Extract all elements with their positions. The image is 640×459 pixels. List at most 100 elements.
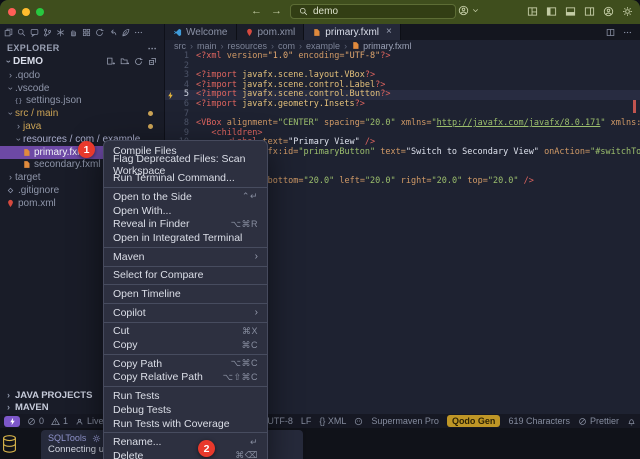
menu-item-label: Rename... <box>113 436 161 448</box>
maven-icon <box>6 199 15 208</box>
tree-item-java[interactable]: ›java <box>0 120 164 133</box>
overview-ruler-mark <box>633 100 636 113</box>
status-copilot[interactable] <box>354 417 363 426</box>
breadcrumb-item-main[interactable]: main <box>197 41 217 51</box>
sync-icon[interactable] <box>95 28 104 37</box>
tree-item-src-main[interactable]: ›src / main <box>0 107 164 120</box>
refresh-icon[interactable] <box>134 57 143 66</box>
panel-bottom-icon[interactable] <box>565 6 576 17</box>
menu-item-open-to-the-side[interactable]: Open to the Side⌃↵ <box>104 190 267 204</box>
tree-item-label: target <box>15 172 41 183</box>
close-icon[interactable]: × <box>386 27 392 37</box>
status-qodo-gen[interactable]: Qodo Gen <box>447 415 501 427</box>
tree-item-label: java <box>23 121 41 132</box>
menu-item-label: Select for Compare <box>113 269 203 281</box>
breadcrumb[interactable]: src›main›resources›com›example›primary.f… <box>165 40 640 51</box>
more-icon[interactable] <box>623 28 632 37</box>
breadcrumb-file[interactable]: primary.fxml <box>351 41 411 51</box>
titlebar-right-icons <box>527 6 633 17</box>
status-0[interactable]: 0 <box>27 416 44 426</box>
menu-item-copy[interactable]: Copy⌘C <box>104 338 267 352</box>
status-619-characters[interactable]: 619 Characters <box>508 416 570 426</box>
menu-item-label: Copilot <box>113 307 146 319</box>
maximize-window-icon[interactable] <box>36 8 44 16</box>
breadcrumb-separator: › <box>271 41 274 51</box>
search-icon[interactable] <box>17 28 26 37</box>
status-xml[interactable]: {} XML <box>319 416 346 426</box>
tab-pom-xml[interactable]: pom.xml <box>237 24 305 40</box>
tab-label: primary.fxml <box>325 27 379 38</box>
menu-item-rename[interactable]: Rename...↵ <box>104 435 267 449</box>
menu-item-flag-deprecated-files-scan-workspace[interactable]: Flag Deprecated Files: Scan Workspace <box>104 158 267 172</box>
menu-item-debug-tests[interactable]: Debug Tests <box>104 403 267 417</box>
explorer-root-folder[interactable]: › DEMO <box>0 54 164 68</box>
status-prettier[interactable]: Prettier <box>578 416 619 426</box>
menu-item-select-for-compare[interactable]: Select for Compare <box>104 269 267 283</box>
menu-item-run-terminal-command[interactable]: Run Terminal Command... <box>104 171 267 185</box>
chat-icon[interactable] <box>30 28 39 37</box>
menu-item-copilot[interactable]: Copilot› <box>104 306 267 320</box>
lightbulb-icon[interactable] <box>166 91 175 100</box>
tree-item-settings-json[interactable]: {}settings.json <box>0 95 164 108</box>
context-menu: Compile FilesFlag Deprecated Files: Scan… <box>103 140 268 459</box>
new-folder-icon[interactable] <box>120 57 129 66</box>
more-icon[interactable] <box>134 28 143 37</box>
menu-item-reveal-in-finder[interactable]: Reveal in Finder⌥⌘R <box>104 217 267 231</box>
menu-item-run-tests-with-coverage[interactable]: Run Tests with Coverage <box>104 417 267 431</box>
nav-back-icon[interactable]: ← <box>251 4 262 19</box>
gear-icon[interactable] <box>92 434 101 443</box>
submenu-chevron-icon: › <box>255 251 258 262</box>
extensions-icon[interactable] <box>82 28 91 37</box>
tab-welcome[interactable]: Welcome <box>165 24 237 40</box>
tab-primary-fxml[interactable]: primary.fxml × <box>304 24 401 40</box>
breadcrumb-item-resources[interactable]: resources <box>228 41 268 51</box>
status-logo-badge[interactable] <box>4 416 20 427</box>
collapse-all-icon[interactable] <box>148 57 157 66</box>
status-1[interactable]: 1 <box>51 416 68 426</box>
menu-item-open-timeline[interactable]: Open Timeline <box>104 287 267 301</box>
customize-layout-icon[interactable] <box>527 6 538 17</box>
status-supermaven-pro[interactable]: Supermaven Pro <box>371 416 439 426</box>
command-center-search[interactable]: demo <box>290 4 456 19</box>
breadcrumb-item-example[interactable]: example <box>306 41 340 51</box>
split-editor-icon[interactable] <box>606 28 615 37</box>
hand-icon[interactable] <box>69 28 78 37</box>
bolt-icon <box>8 417 17 426</box>
titlebar-account[interactable] <box>458 5 480 16</box>
source-control-icon[interactable] <box>43 28 52 37</box>
menu-item-open-in-integrated-terminal[interactable]: Open in Integrated Terminal <box>104 231 267 245</box>
panel-left-icon[interactable] <box>546 6 557 17</box>
chevron-expanded-icon: › <box>6 109 15 118</box>
tree-item-vscode[interactable]: ›.vscode <box>0 82 164 95</box>
menu-item-open-with[interactable]: Open With... <box>104 204 267 218</box>
panel-right-icon[interactable] <box>584 6 595 17</box>
close-window-icon[interactable] <box>8 8 16 16</box>
modified-dot <box>148 111 153 116</box>
nav-forward-icon[interactable]: → <box>271 4 282 19</box>
status-lf[interactable]: LF <box>301 416 312 426</box>
menu-shortcut: ⌃↵ <box>242 191 258 202</box>
menu-item-maven[interactable]: Maven› <box>104 250 267 264</box>
fxml-icon <box>22 160 31 169</box>
menu-item-cut[interactable]: Cut⌘X <box>104 325 267 339</box>
menu-item-delete[interactable]: Delete⌘⌫ <box>104 449 267 459</box>
menu-item-copy-relative-path[interactable]: Copy Relative Path⌥⇧⌘C <box>104 371 267 385</box>
menu-item-label: Open Timeline <box>113 288 181 300</box>
more-actions-icon[interactable]: ⋯ <box>148 43 157 54</box>
status-bell[interactable] <box>627 417 636 426</box>
account-icon[interactable] <box>603 6 614 17</box>
breadcrumb-item-src[interactable]: src <box>174 41 186 51</box>
status-utf-8[interactable]: UTF-8 <box>267 416 293 426</box>
menu-item-label: Open With... <box>113 205 171 217</box>
breadcrumb-item-com[interactable]: com <box>278 41 295 51</box>
snowflake-icon[interactable] <box>56 28 65 37</box>
menu-item-run-tests[interactable]: Run Tests <box>104 389 267 403</box>
tree-item-qodo[interactable]: ›.qodo <box>0 69 164 82</box>
gear-icon[interactable] <box>622 6 633 17</box>
menu-item-copy-path[interactable]: Copy Path⌥⌘C <box>104 357 267 371</box>
new-file-icon[interactable] <box>106 57 115 66</box>
files-icon[interactable] <box>4 28 13 37</box>
reply-icon[interactable] <box>108 28 117 37</box>
feather-icon[interactable] <box>121 28 130 37</box>
minimize-window-icon[interactable] <box>22 8 30 16</box>
